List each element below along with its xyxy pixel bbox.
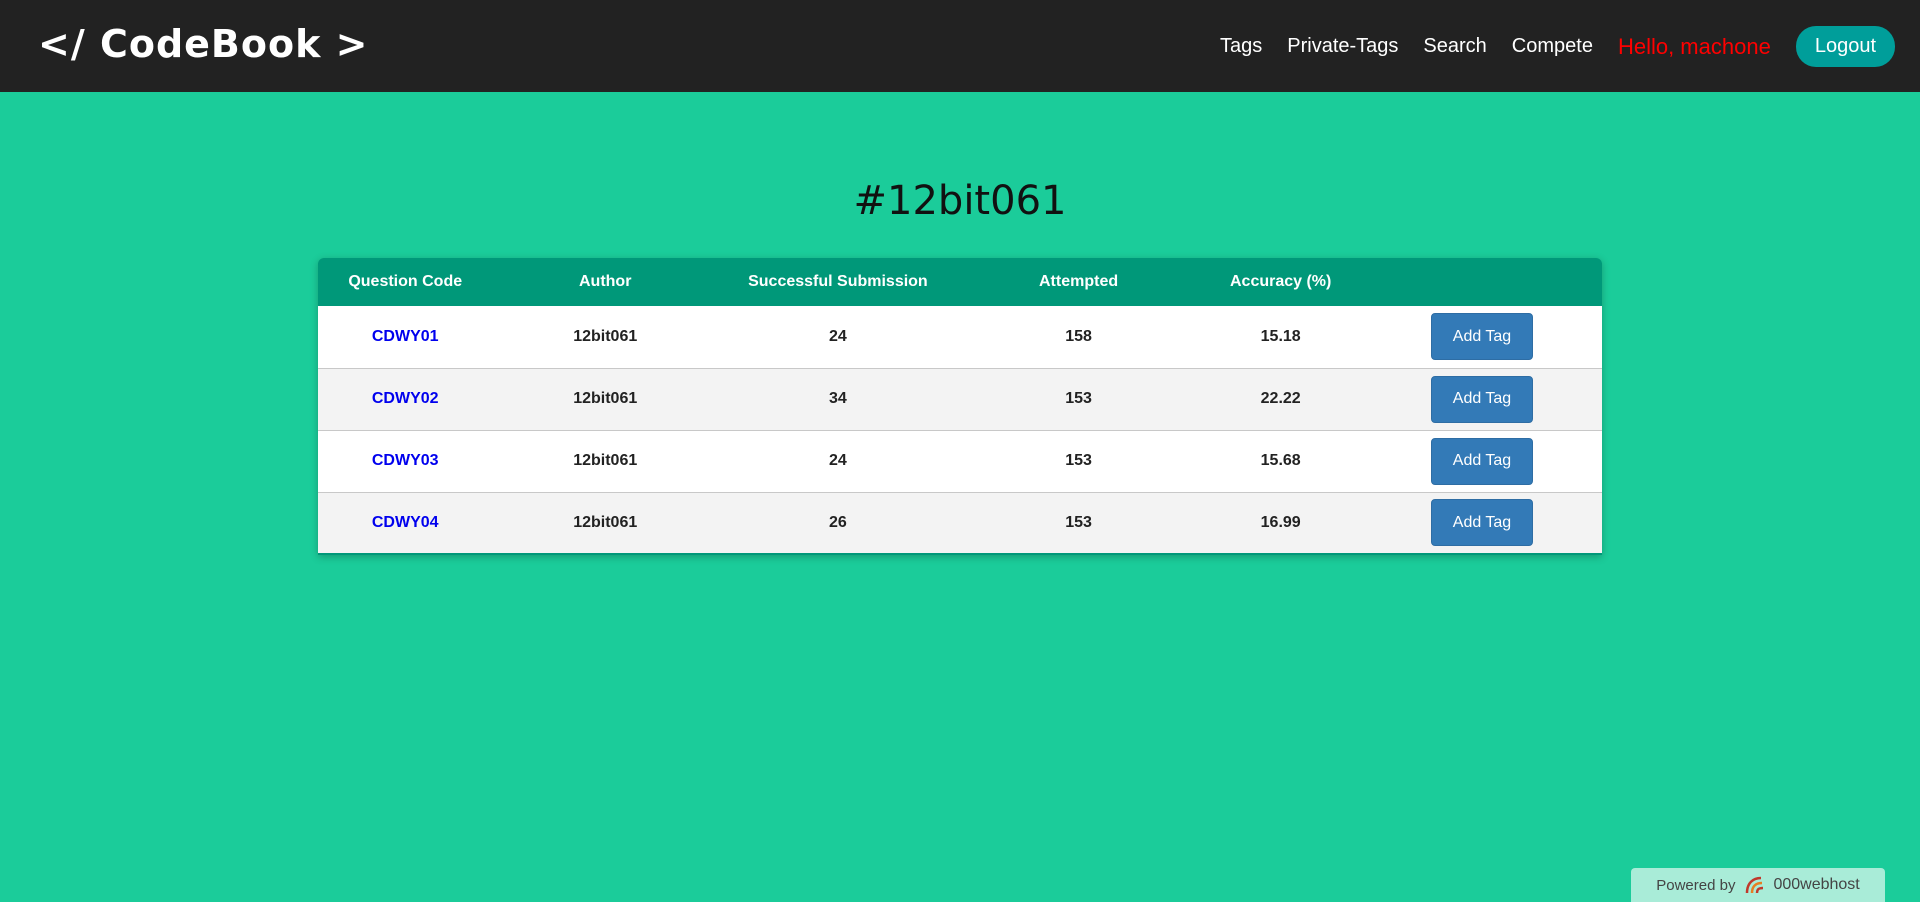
successful-cell: 26 (829, 513, 847, 531)
brand-logo[interactable]: </ CodeBook > (38, 22, 368, 66)
navbar: </ CodeBook > Tags Private-Tags Search C… (0, 0, 1920, 92)
powered-by-badge[interactable]: Powered by 000webhost (1631, 868, 1885, 902)
question-code-link[interactable]: CDWY02 (372, 390, 439, 407)
accuracy-cell: 22.22 (1260, 390, 1301, 407)
nav-link-tags[interactable]: Tags (1220, 35, 1262, 58)
question-code-link[interactable]: CDWY03 (372, 452, 439, 469)
webhost-logo-icon (1743, 875, 1769, 895)
page-title: #12bit061 (853, 178, 1067, 224)
author-cell: 12bit061 (573, 452, 638, 469)
attempted-cell: 158 (1065, 327, 1092, 345)
header-attempted: Attempted (1039, 273, 1119, 290)
nav-link-private-tags[interactable]: Private-Tags (1287, 35, 1398, 58)
header-successful-submission: Successful Submission (748, 273, 928, 290)
logout-button[interactable]: Logout (1795, 26, 1895, 67)
user-greeting: Hello, machone (1617, 33, 1771, 59)
table-row: CDWY02 12bit061 34 153 22.22 Add Tag (318, 368, 1602, 430)
author-cell: 12bit061 (573, 513, 638, 531)
accuracy-cell: 15.68 (1260, 452, 1301, 469)
table-header-row: Question Code Author Successful Submissi… (318, 258, 1602, 306)
add-tag-button[interactable]: Add Tag (1431, 499, 1533, 547)
question-code-link[interactable]: CDWY04 (372, 514, 439, 531)
header-question-code: Question Code (348, 273, 463, 290)
author-cell: 12bit061 (573, 390, 638, 407)
add-tag-button[interactable]: Add Tag (1431, 313, 1533, 361)
add-tag-button[interactable]: Add Tag (1431, 437, 1533, 485)
successful-cell: 24 (829, 452, 847, 469)
nav-link-search[interactable]: Search (1423, 35, 1486, 58)
attempted-cell: 153 (1065, 513, 1092, 531)
header-accuracy: Accuracy (%) (1229, 273, 1332, 290)
author-cell: 12bit061 (573, 327, 638, 345)
successful-cell: 24 (829, 327, 847, 345)
header-actions (1362, 258, 1602, 306)
table-row: CDWY04 12bit061 26 153 16.99 Add Tag (318, 492, 1602, 554)
webhost-name: 000webhost (1773, 876, 1860, 893)
questions-table-container: Question Code Author Successful Submissi… (318, 258, 1602, 555)
table-row: CDWY01 12bit061 24 158 15.18 Add Tag (318, 306, 1602, 368)
table-row: CDWY03 12bit061 24 153 15.68 Add Tag (318, 430, 1602, 492)
questions-table: Question Code Author Successful Submissi… (318, 258, 1602, 555)
header-author: Author (579, 273, 632, 290)
add-tag-button[interactable]: Add Tag (1431, 375, 1533, 423)
question-code-link[interactable]: CDWY01 (372, 328, 439, 345)
powered-by-label: Powered by (1656, 876, 1736, 894)
nav-links: Tags Private-Tags Search Compete Hello, … (1195, 26, 1895, 67)
attempted-cell: 153 (1065, 390, 1092, 407)
accuracy-cell: 16.99 (1260, 513, 1301, 531)
accuracy-cell: 15.18 (1260, 327, 1301, 345)
nav-link-compete[interactable]: Compete (1512, 35, 1593, 58)
attempted-cell: 153 (1065, 452, 1092, 469)
successful-cell: 34 (829, 390, 847, 407)
